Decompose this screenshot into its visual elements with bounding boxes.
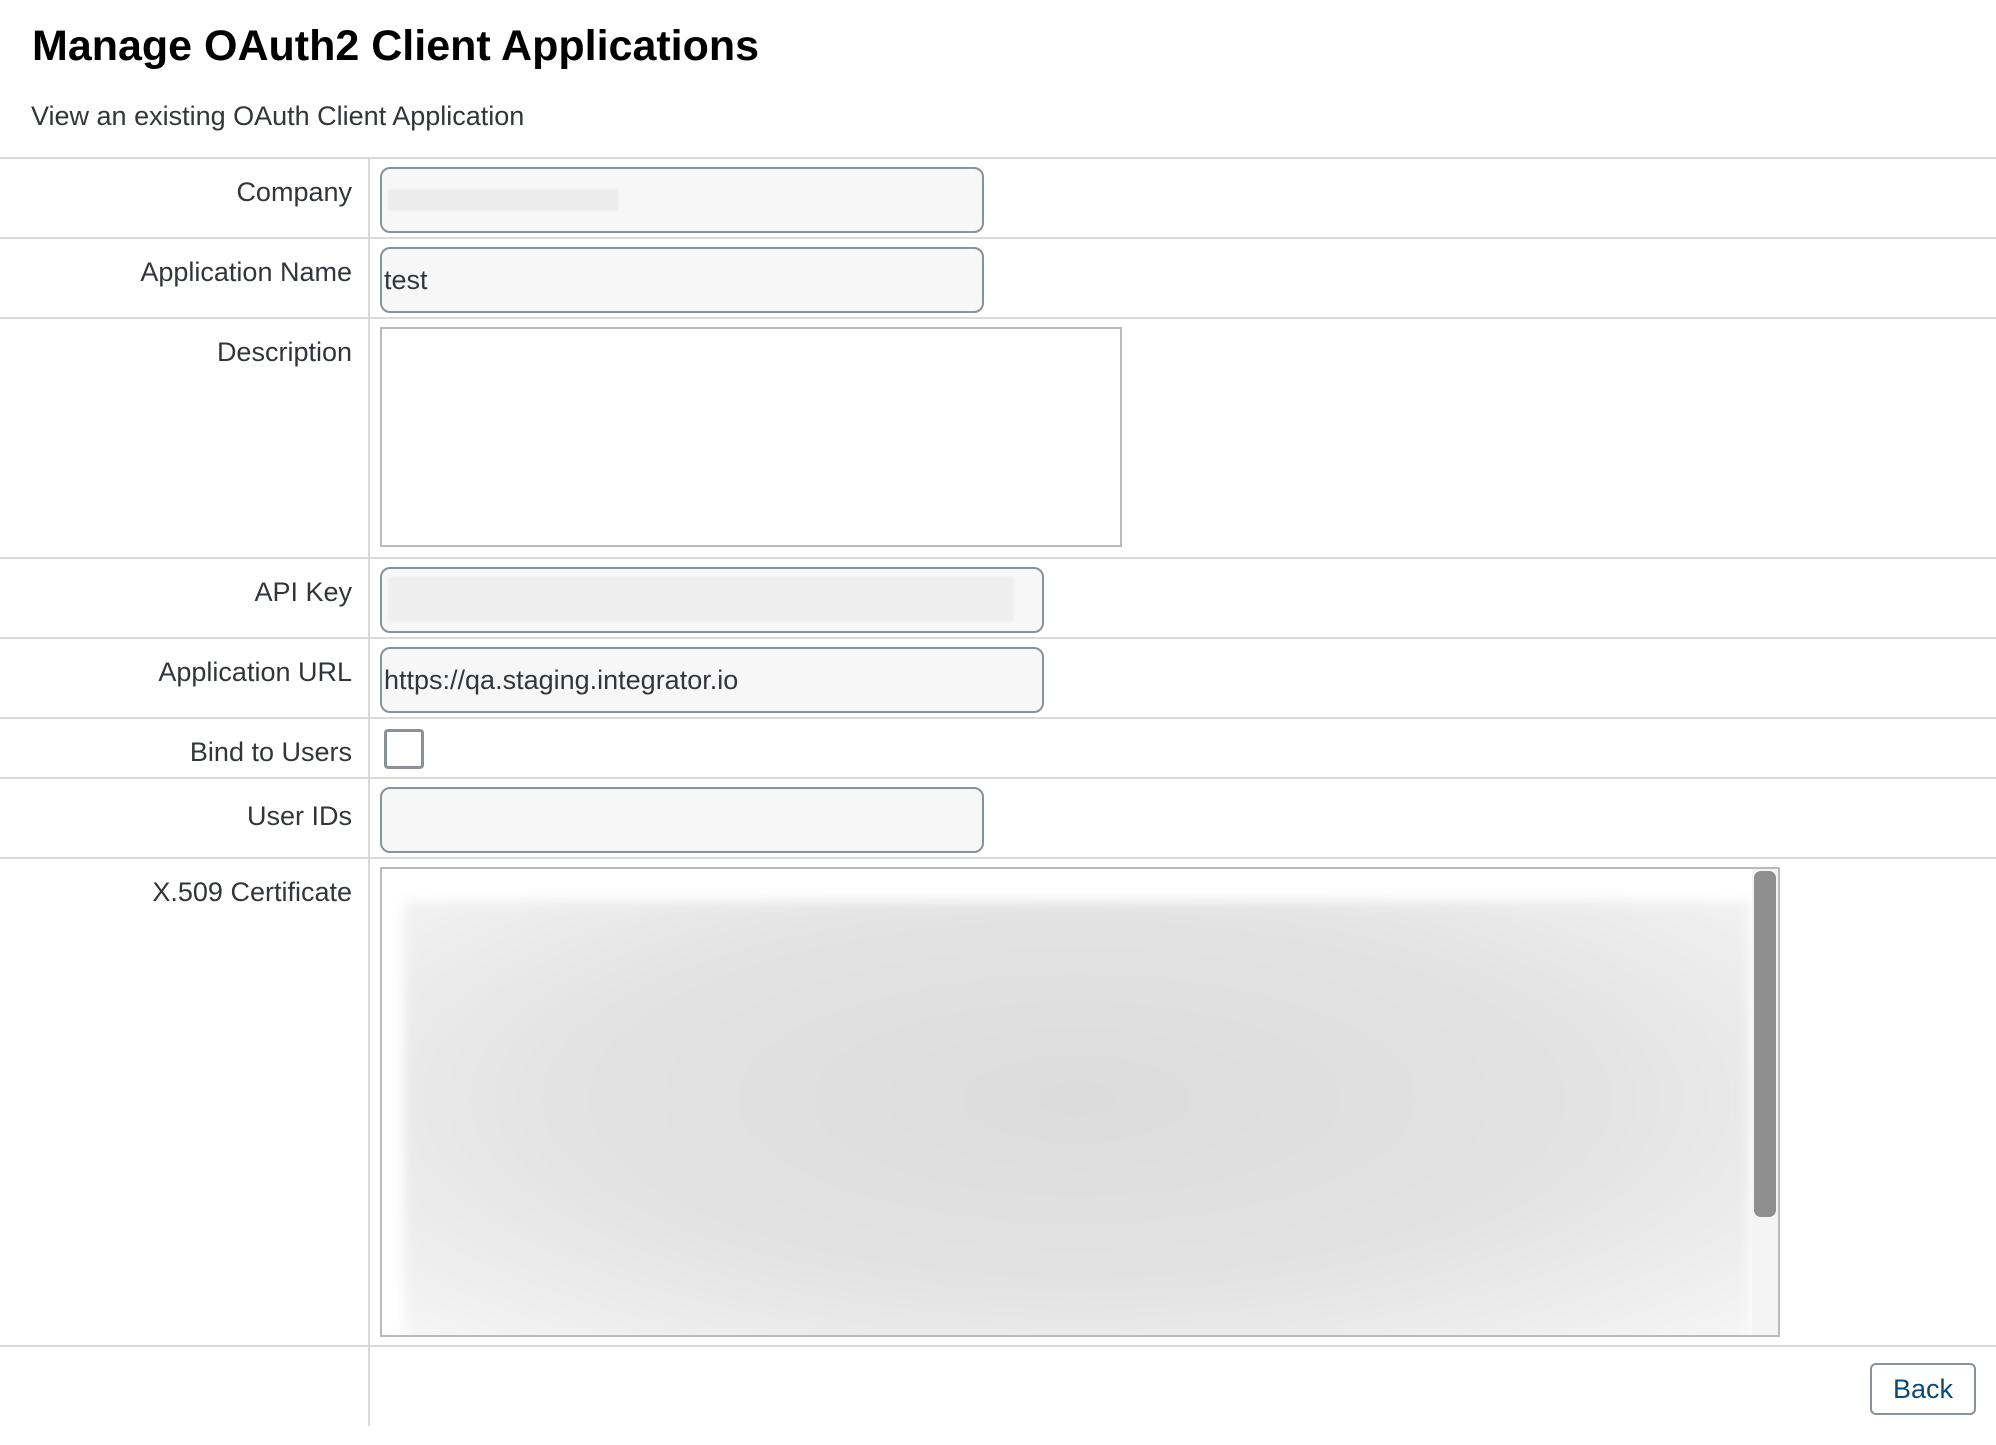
user-ids-label: User IDs [246, 801, 352, 831]
user-ids-field[interactable] [380, 787, 984, 853]
bind-to-users-checkbox[interactable] [384, 729, 424, 769]
application-name-field[interactable] [380, 247, 984, 313]
bind-to-users-label: Bind to Users [189, 737, 352, 767]
certificate-redacted-content [404, 901, 1750, 1335]
company-row: Company [0, 157, 1996, 237]
application-name-label: Application Name [140, 257, 352, 287]
description-textarea[interactable] [380, 327, 1122, 547]
application-url-row: Application URL [0, 637, 1996, 717]
company-label: Company [236, 177, 352, 207]
description-row: Description [0, 317, 1996, 557]
certificate-row: X.509 Certificate [0, 857, 1996, 1345]
oauth-client-form: Company Application Name Description API… [0, 157, 1996, 1445]
certificate-scroll-thumb[interactable] [1754, 871, 1776, 1217]
company-redacted-value [388, 189, 618, 211]
actions-row: Back [0, 1345, 1996, 1445]
company-field[interactable] [380, 167, 984, 233]
certificate-textarea[interactable] [380, 867, 1780, 1337]
page-title: Manage OAuth2 Client Applications [32, 22, 760, 70]
api-key-row: API Key [0, 557, 1996, 637]
api-key-label: API Key [254, 577, 352, 607]
back-button[interactable]: Back [1870, 1363, 1976, 1415]
certificate-label: X.509 Certificate [152, 877, 352, 907]
application-url-label: Application URL [158, 657, 352, 687]
description-label: Description [216, 337, 352, 367]
api-key-field[interactable] [380, 567, 1044, 633]
user-ids-row: User IDs [0, 777, 1996, 857]
page-subtitle: View an existing OAuth Client Applicatio… [31, 101, 525, 131]
api-key-redacted-value [388, 577, 1014, 621]
bind-to-users-row: Bind to Users [0, 717, 1996, 777]
application-name-row: Application Name [0, 237, 1996, 317]
application-url-field[interactable] [380, 647, 1044, 713]
certificate-scrollbar[interactable] [1752, 869, 1778, 1335]
